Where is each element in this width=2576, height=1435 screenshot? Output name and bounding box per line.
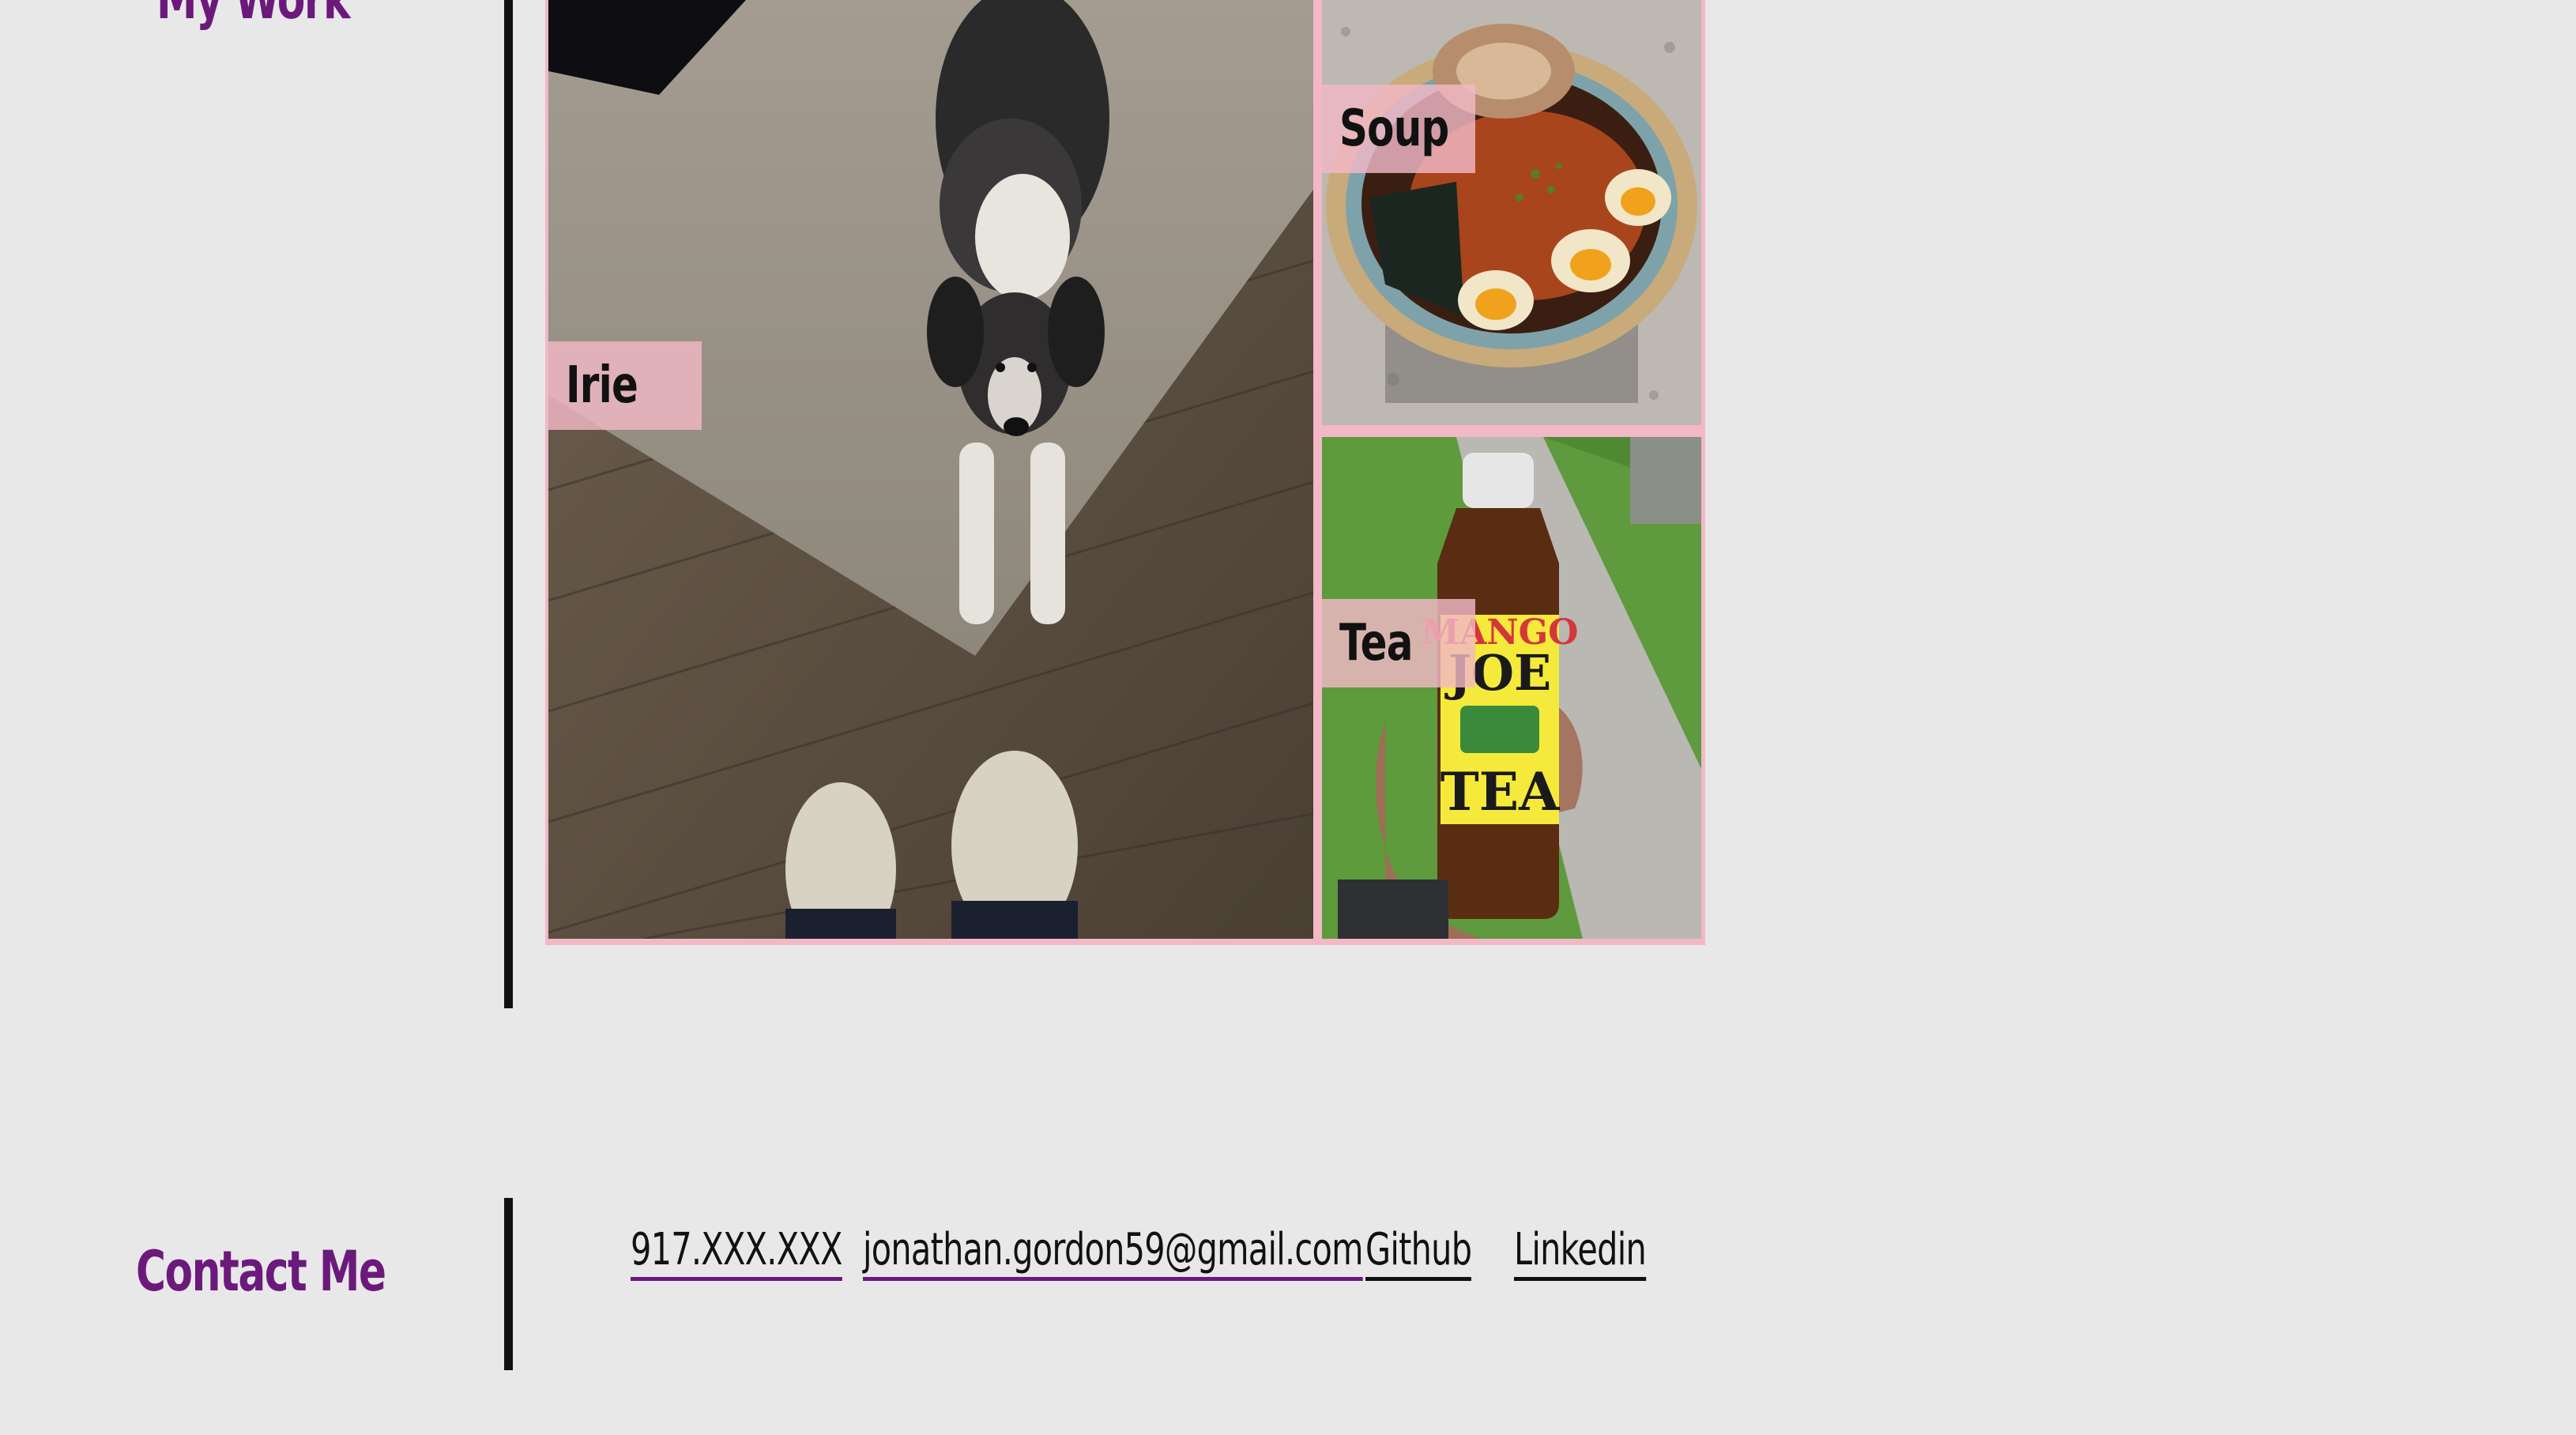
portfolio-page: My Work <box>0 0 2576 1435</box>
gallery-tag-soup: Soup <box>1322 85 1475 173</box>
mango-tea-photo: MANGO JOE TEA <box>1322 437 1701 939</box>
ramen-photo <box>1322 0 1701 425</box>
dog-photo <box>548 0 1313 939</box>
gallery-tile-irie[interactable]: Irie <box>548 0 1313 939</box>
linkedin-link[interactable]: Linkedin <box>1514 1223 1647 1281</box>
contact-section-divider <box>504 1198 513 1370</box>
email-link[interactable]: jonathan.gordon59@gmail.com <box>863 1223 1363 1281</box>
phone-link[interactable]: 917.XXX.XXX <box>631 1223 842 1281</box>
work-section-divider <box>504 0 513 1008</box>
bottle-brand-tea: TEA <box>1441 761 1560 823</box>
my-work-heading: My Work <box>136 0 370 32</box>
gallery-tile-tea[interactable]: MANGO JOE TEA Tea <box>1322 437 1701 939</box>
contact-me-heading: Contact Me <box>136 1239 386 1304</box>
gallery-tag-irie: Irie <box>548 341 702 430</box>
gallery-tile-soup[interactable]: Soup <box>1322 0 1701 425</box>
github-link[interactable]: Github <box>1365 1223 1472 1281</box>
photo-gallery: Irie Soup MANGO JOE TEA Tea <box>545 0 1705 945</box>
gallery-tag-tea: Tea <box>1322 599 1475 687</box>
